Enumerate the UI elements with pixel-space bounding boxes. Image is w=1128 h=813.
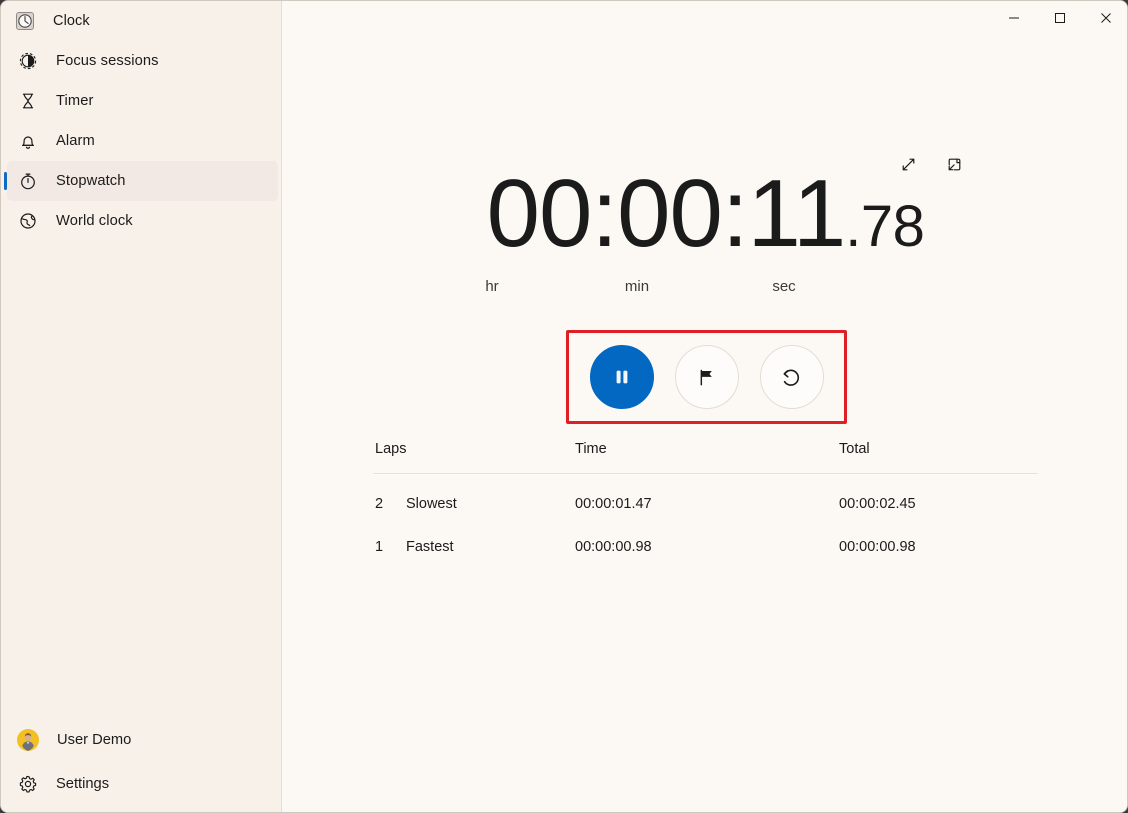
settings-label: Settings: [56, 776, 110, 792]
timer-hourglass-icon: [18, 91, 38, 111]
stopwatch-time-fraction: .78: [845, 194, 925, 259]
maximize-button[interactable]: [1037, 1, 1083, 35]
sidebar-bottom: User Demo Settings: [1, 720, 282, 808]
lap-total: 00:00:00.98: [839, 539, 916, 555]
unit-hr-label: hr: [485, 278, 499, 295]
sidebar-item-label: Alarm: [56, 133, 95, 149]
selection-accent-bar: [4, 172, 7, 190]
unit-min-label: min: [624, 278, 650, 295]
sidebar-nav: Focus sessions Timer Alarm Stopwatch Wor…: [1, 41, 282, 241]
sidebar-item-settings[interactable]: Settings: [7, 764, 278, 804]
sidebar-item-label: Stopwatch: [56, 173, 126, 189]
app-titlebar: Clock: [1, 1, 282, 41]
stopwatch-units: hr min sec: [282, 278, 1127, 300]
minimize-button[interactable]: [991, 1, 1037, 35]
user-avatar: [17, 729, 39, 751]
stopwatch-time: 00:00:11.78: [282, 164, 1127, 277]
unit-sec-label: sec: [772, 278, 796, 295]
main-content: 00:00:11.78 hr min sec Laps Time Total 2…: [282, 1, 1127, 812]
sidebar-item-label: World clock: [56, 213, 133, 229]
sidebar-item-account[interactable]: User Demo: [7, 720, 278, 760]
column-header-laps: Laps: [375, 441, 407, 457]
controls-highlight-box: [566, 330, 847, 424]
laps-table-header: Laps Time Total: [373, 439, 1038, 465]
sidebar-item-timer[interactable]: Timer: [7, 81, 278, 121]
clock-app-icon: [15, 11, 35, 31]
table-row[interactable]: 1 Fastest 00:00:00.98 00:00:00.98: [373, 530, 1038, 573]
alarm-bell-icon: [18, 131, 38, 151]
sidebar-item-label: Timer: [56, 93, 94, 109]
window-controls: [991, 1, 1127, 35]
sidebar-item-alarm[interactable]: Alarm: [7, 121, 278, 161]
sidebar-item-world-clock[interactable]: World clock: [7, 201, 278, 241]
lap-number: 2: [375, 496, 384, 512]
table-row[interactable]: 2 Slowest 00:00:01.47 00:00:02.45: [373, 487, 1038, 530]
sidebar-item-focus-sessions[interactable]: Focus sessions: [7, 41, 278, 81]
lap-number: 1: [375, 539, 384, 555]
gear-icon: [18, 774, 38, 794]
clock-app-window: Clock Focus sessions Timer Alarm Stopwat…: [0, 0, 1128, 813]
app-title: Clock: [53, 13, 90, 29]
sidebar: Clock Focus sessions Timer Alarm Stopwat…: [1, 1, 282, 812]
lap-total: 00:00:02.45: [839, 496, 916, 512]
lap-time: 00:00:00.98: [575, 539, 652, 555]
stopwatch-icon: [18, 171, 38, 191]
laps-table: Laps Time Total 2 Slowest 00:00:01.47 00…: [373, 439, 1038, 555]
sidebar-item-stopwatch[interactable]: Stopwatch: [4, 161, 278, 201]
column-header-time: Time: [575, 441, 607, 457]
lap-label: Fastest: [406, 539, 454, 555]
lap-label: Slowest: [406, 496, 457, 512]
focus-sessions-icon: [18, 51, 38, 71]
lap-time: 00:00:01.47: [575, 496, 652, 512]
table-divider: [373, 473, 1038, 474]
account-label: User Demo: [57, 732, 132, 748]
laps-table-body: 2 Slowest 00:00:01.47 00:00:02.45 1 Fast…: [373, 487, 1038, 573]
stopwatch-display: 00:00:11.78 hr min sec: [282, 164, 1127, 296]
sidebar-item-label: Focus sessions: [56, 53, 159, 69]
column-header-total: Total: [839, 441, 870, 457]
close-button[interactable]: [1083, 1, 1127, 35]
stopwatch-time-main: 00:00:11: [486, 160, 847, 267]
globe-icon: [18, 211, 38, 231]
